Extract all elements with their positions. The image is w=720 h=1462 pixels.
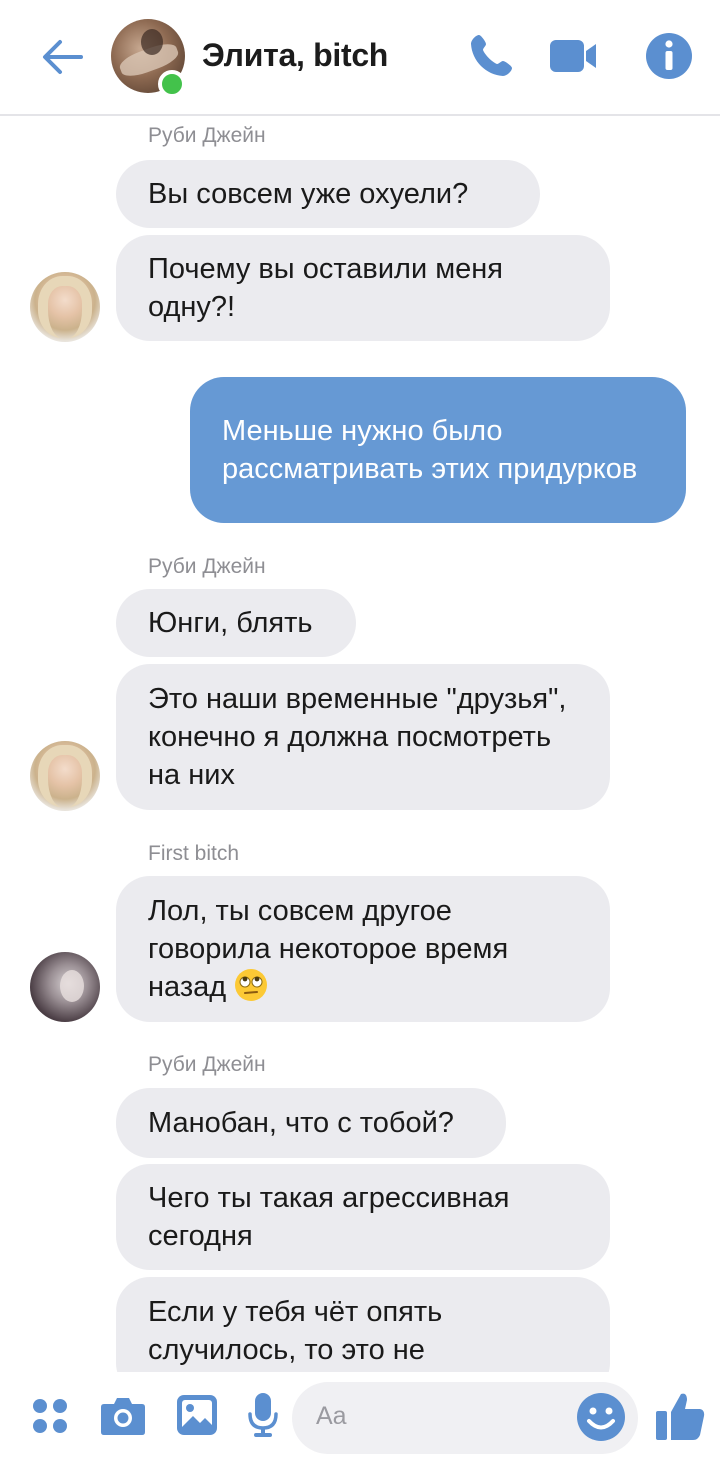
sender-avatar[interactable]	[30, 952, 100, 1022]
sender-name: Руби Джейн	[148, 555, 266, 578]
message-bubble-incoming[interactable]: Юнги, блять	[116, 589, 356, 657]
sender-avatar[interactable]	[30, 741, 100, 811]
chat-title[interactable]: Элита, bitch	[202, 37, 388, 74]
sender-avatar[interactable]	[30, 272, 100, 342]
message-bubble-incoming[interactable]: Лол, ты совсем другое говорила некоторое…	[116, 876, 610, 1022]
online-status-dot	[158, 70, 186, 98]
sender-name: Руби Джейн	[148, 124, 266, 147]
gallery-icon[interactable]	[176, 1394, 218, 1436]
sender-name: First bitch	[148, 842, 240, 865]
eye-roll-emoji-icon	[235, 969, 268, 1001]
message-bubble-incoming[interactable]: Почему вы оставили меня одну?!	[116, 235, 610, 341]
video-camera-icon[interactable]	[548, 31, 598, 81]
message-bubble-outgoing[interactable]: Меньше нужно было рассматривать этих при…	[190, 377, 686, 523]
message-bubble-incoming[interactable]: Чего ты такая агрессивная сегодня	[116, 1164, 610, 1270]
emoji-icon[interactable]	[576, 1392, 626, 1442]
phone-icon[interactable]	[466, 31, 516, 81]
message-bubble-incoming[interactable]: Вы совсем уже охуели?	[116, 160, 540, 228]
message-input-placeholder: Aa	[316, 1402, 347, 1430]
info-icon[interactable]	[644, 31, 694, 81]
camera-icon[interactable]	[100, 1396, 146, 1436]
message-bubble-incoming[interactable]: Это наши временные "друзья", конечно я д…	[116, 664, 610, 810]
sender-name: Руби Джейн	[148, 1053, 266, 1076]
apps-icon[interactable]	[32, 1398, 68, 1434]
message-bubble-incoming[interactable]: Манобан, что с тобой?	[116, 1088, 506, 1158]
microphone-icon[interactable]	[248, 1392, 278, 1438]
back-arrow-icon[interactable]	[38, 33, 86, 81]
chat-header: Элита, bitch	[0, 0, 720, 116]
message-text: Лол, ты совсем другое говорила некоторое…	[148, 895, 509, 1003]
thumbs-up-icon[interactable]	[654, 1390, 706, 1442]
